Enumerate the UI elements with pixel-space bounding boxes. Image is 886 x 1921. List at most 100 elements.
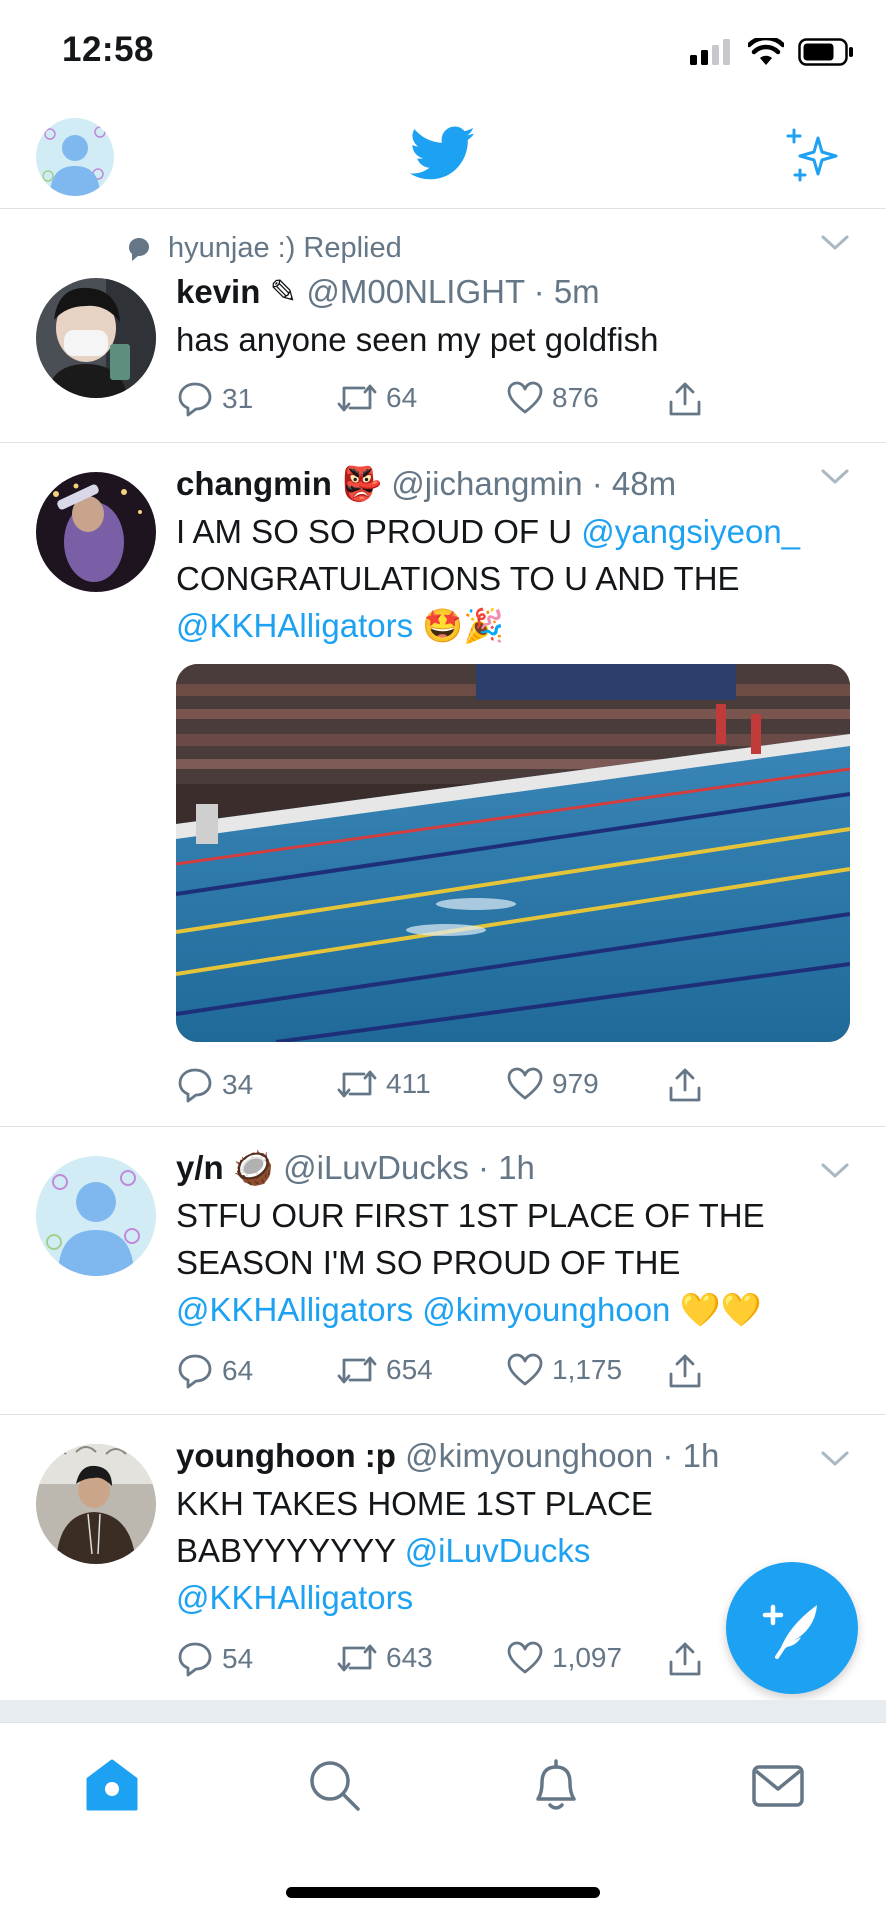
mention-link[interactable]: @yangsiyeon_: [581, 513, 800, 550]
handle[interactable]: @jichangmin: [391, 465, 582, 502]
like-button[interactable]: 1,175: [506, 1352, 622, 1388]
share-icon: [669, 1068, 701, 1102]
reply-button[interactable]: 54: [176, 1640, 253, 1678]
like-button[interactable]: 1,097: [506, 1640, 622, 1676]
handle[interactable]: @kimyounghoon: [405, 1437, 653, 1474]
home-icon: [86, 1759, 138, 1811]
timestamp: 1h: [682, 1437, 720, 1474]
name-emoji: 👺: [341, 465, 383, 502]
timestamp: 5m: [553, 273, 600, 310]
avatar[interactable]: [36, 1156, 156, 1276]
timestamp: 1h: [498, 1149, 535, 1186]
heart-icon: [507, 1067, 543, 1100]
reply-button[interactable]: 34: [176, 1066, 253, 1104]
battery-icon: [798, 38, 853, 66]
tweet-text: I AM SO SO PROUD OF U @yangsiyeon_ CONGR…: [176, 513, 801, 644]
profile-avatar[interactable]: [36, 118, 114, 196]
reply-button[interactable]: 64: [176, 1352, 253, 1390]
retweet-icon: [337, 1644, 377, 1672]
retweet-button[interactable]: 411: [336, 1066, 431, 1102]
like-button[interactable]: 876: [506, 380, 599, 416]
home-tab[interactable]: [84, 1757, 140, 1818]
messages-icon: [752, 1765, 804, 1807]
tweet-actions: 54 643 1,097: [176, 1640, 716, 1684]
tweet[interactable]: changmin 👺 @jichangmin · 48m I AM SO SO …: [0, 442, 886, 1127]
home-indicator[interactable]: [286, 1887, 600, 1898]
avatar[interactable]: [36, 472, 156, 592]
chevron-down-icon[interactable]: [820, 468, 850, 486]
avatar[interactable]: [36, 278, 156, 398]
mention-link[interactable]: @iLuvDucks: [405, 1532, 591, 1569]
retweet-button[interactable]: 654: [336, 1352, 433, 1388]
name-emoji: 🥥: [232, 1149, 274, 1186]
mention-link[interactable]: @KKHAlligators: [176, 1291, 413, 1328]
like-count: 1,175: [552, 1354, 623, 1385]
compose-feather-icon: [762, 1604, 817, 1659]
retweet-count: 643: [386, 1642, 433, 1673]
mention-link[interactable]: @KKHAlligators: [176, 607, 413, 644]
like-count: 876: [552, 382, 599, 413]
reply-count: 64: [222, 1355, 254, 1386]
mention-link[interactable]: @KKHAlligators: [176, 1579, 413, 1616]
retweet-button[interactable]: 64: [336, 380, 417, 416]
share-button[interactable]: [666, 1066, 704, 1104]
reply-icon: [178, 1642, 212, 1677]
social-context-text: hyunjae :) Replied: [168, 232, 402, 264]
reply-count: 54: [222, 1643, 254, 1674]
notifications-icon: [536, 1759, 576, 1810]
messages-tab[interactable]: [750, 1757, 806, 1818]
like-button[interactable]: 979: [506, 1066, 599, 1102]
retweet-icon: [337, 1356, 377, 1384]
twitter-bird-icon[interactable]: [409, 126, 476, 187]
share-icon: [669, 382, 701, 416]
reply-icon: [178, 382, 212, 417]
reply-icon: [178, 1068, 212, 1103]
heart-icon: [507, 1353, 543, 1386]
reply-count: 34: [222, 1069, 254, 1100]
like-count: 1,097: [552, 1642, 623, 1673]
heart-icon: [507, 1641, 543, 1674]
share-button[interactable]: [666, 1640, 704, 1678]
display-name[interactable]: younghoon :p: [176, 1437, 396, 1474]
notifications-tab[interactable]: [528, 1757, 584, 1820]
share-icon: [669, 1354, 701, 1388]
tweet-actions: 31 64 876: [176, 380, 716, 424]
status-bar: 12:58: [0, 0, 886, 100]
retweet-icon: [337, 384, 377, 412]
social-context: hyunjae :) Replied: [126, 232, 402, 265]
tweet-text: has anyone seen my pet goldfish: [176, 321, 659, 358]
tweet-media-image[interactable]: [176, 664, 850, 1042]
top-nav-bar: [0, 100, 886, 209]
tweet[interactable]: hyunjae :) Replied kevin ✎ @M00NLIGHT · …: [0, 208, 886, 443]
chevron-down-icon[interactable]: [820, 1450, 850, 1468]
chevron-down-icon[interactable]: [820, 234, 850, 252]
share-button[interactable]: [666, 1352, 704, 1390]
tweet[interactable]: y/n 🥥 @iLuvDucks · 1h STFU OUR FIRST 1ST…: [0, 1126, 886, 1415]
search-icon: [310, 1761, 360, 1811]
wifi-icon: [748, 38, 784, 65]
sparkle-icon[interactable]: [784, 126, 844, 191]
emoji: 💛💛: [679, 1291, 762, 1328]
reply-button[interactable]: 31: [176, 380, 253, 418]
display-name[interactable]: kevin: [176, 273, 260, 310]
timeline-end-divider: [0, 1700, 886, 1722]
display-name[interactable]: changmin: [176, 465, 332, 502]
tweet-actions: 64 654 1,175: [176, 1352, 716, 1396]
reply-icon: [178, 1354, 212, 1389]
tweet-text: STFU OUR FIRST 1ST PLACE OF THE SEASON I…: [176, 1197, 765, 1328]
retweet-button[interactable]: 643: [336, 1640, 433, 1676]
compose-tweet-button[interactable]: [726, 1562, 858, 1694]
handle[interactable]: @iLuvDucks: [283, 1149, 469, 1186]
share-button[interactable]: [666, 380, 704, 418]
handle[interactable]: @M00NLIGHT: [306, 273, 524, 310]
timestamp: 48m: [611, 465, 677, 502]
reply-count: 31: [222, 383, 254, 414]
retweet-count: 654: [386, 1354, 433, 1385]
search-tab[interactable]: [306, 1757, 362, 1818]
mention-link[interactable]: @kimyounghoon: [422, 1291, 670, 1328]
avatar[interactable]: [36, 1444, 156, 1564]
retweet-icon: [337, 1070, 377, 1098]
display-name[interactable]: y/n: [176, 1149, 224, 1186]
chevron-down-icon[interactable]: [820, 1162, 850, 1180]
signal-icon: [690, 39, 730, 65]
